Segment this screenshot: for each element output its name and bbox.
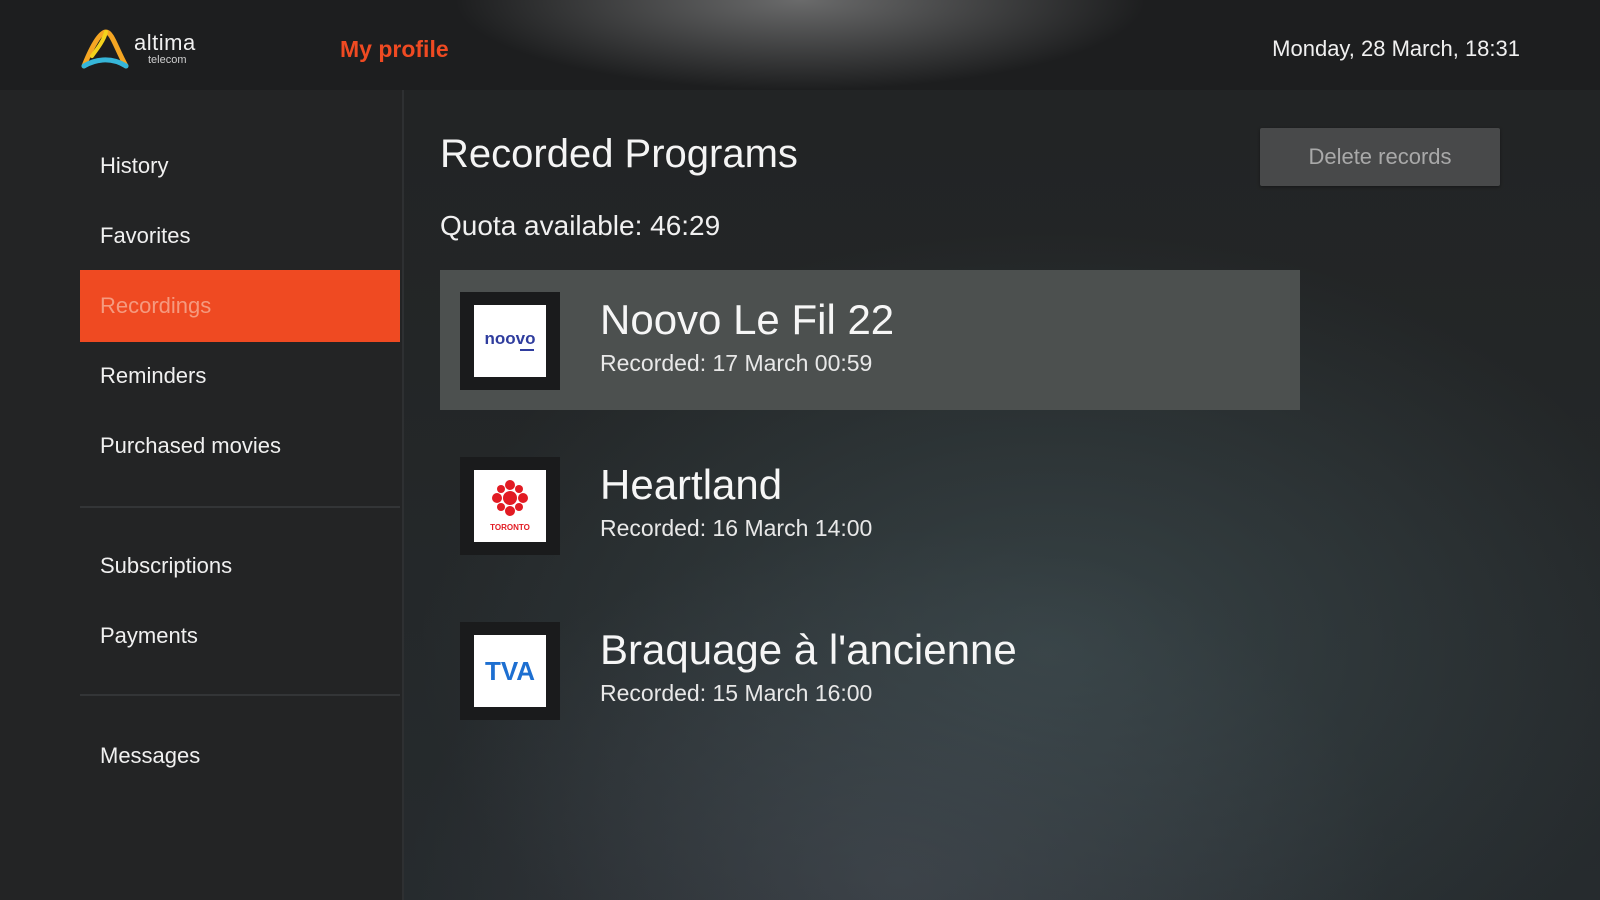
brand-sub: telecom — [148, 54, 187, 66]
brand-logo: altima telecom — [80, 26, 210, 72]
altima-logo-icon — [81, 29, 129, 69]
recording-date: Recorded: 17 March 00:59 — [600, 350, 873, 376]
sidebar-item-purchased-movies[interactable]: Purchased movies — [80, 410, 400, 482]
channel-thumbnail: TVA — [460, 622, 560, 720]
sidebar-divider — [80, 694, 400, 696]
brand-name: altima — [134, 30, 196, 55]
channel-thumbnail: TORONTO — [460, 457, 560, 555]
tva-logo-icon: TVA — [474, 635, 546, 707]
recording-title: Heartland — [600, 461, 783, 508]
sidebar-item-payments[interactable]: Payments — [80, 600, 400, 672]
top-bar: altima telecom My profile Monday, 28 Mar… — [0, 0, 1600, 90]
noovo-logo-text: noovo — [485, 329, 536, 348]
datetime: Monday, 28 March, 18:31 — [1272, 36, 1520, 61]
sidebar-item-history[interactable]: History — [80, 130, 400, 202]
page-title[interactable]: My profile — [340, 36, 449, 63]
delete-records-button[interactable]: Delete records — [1260, 128, 1500, 186]
recording-title: Braquage à l'ancienne — [600, 626, 1017, 673]
quota-text: Quota available: 46:29 — [440, 210, 721, 241]
cbc-logo-text: TORONTO — [490, 523, 530, 532]
recording-item[interactable]: noovo Noovo Le Fil 22 Recorded: 17 March… — [440, 270, 1300, 410]
recording-item[interactable]: TVA Braquage à l'ancienne Recorded: 15 M… — [440, 600, 1300, 740]
sidebar-item-reminders[interactable]: Reminders — [80, 340, 400, 412]
sidebar-divider — [80, 506, 400, 508]
channel-thumbnail: noovo — [460, 292, 560, 390]
recording-item[interactable]: TORONTO Heartland Recorded: 16 March 14:… — [440, 435, 1300, 575]
recording-date: Recorded: 15 March 16:00 — [600, 680, 873, 706]
sidebar-item-subscriptions[interactable]: Subscriptions — [80, 530, 400, 602]
sidebar-item-favorites[interactable]: Favorites — [80, 200, 400, 272]
screen: altima telecom My profile Monday, 28 Mar… — [0, 0, 1600, 900]
section-title: Recorded Programs — [440, 132, 798, 176]
cbc-gem-logo-icon: TORONTO — [474, 470, 546, 542]
recording-title: Noovo Le Fil 22 — [600, 296, 895, 343]
recording-date: Recorded: 16 March 14:00 — [600, 515, 873, 541]
noovo-logo-icon: noovo — [474, 305, 546, 377]
sidebar-item-recordings[interactable]: Recordings — [80, 270, 400, 342]
sidebar-item-messages[interactable]: Messages — [80, 720, 400, 792]
tva-logo-text: TVA — [485, 656, 535, 686]
